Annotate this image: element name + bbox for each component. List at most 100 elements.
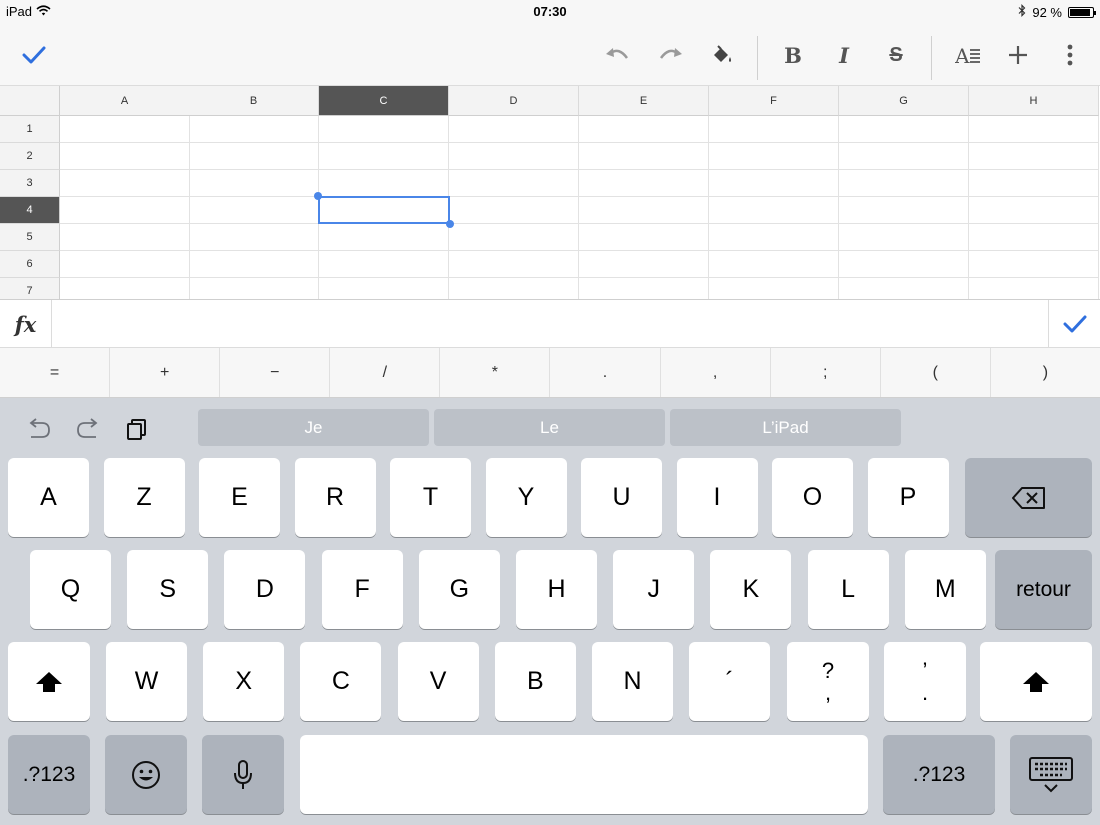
cell-c3[interactable] — [319, 170, 449, 197]
operator-button-8[interactable]: ( — [881, 348, 991, 397]
cell-b3[interactable] — [189, 170, 319, 197]
key-j[interactable]: J — [613, 550, 695, 629]
cell-a4[interactable] — [60, 197, 190, 224]
bold-button[interactable]: B — [771, 24, 815, 86]
keyboard-redo-icon[interactable] — [73, 414, 103, 444]
suggestion-1[interactable]: Je — [198, 409, 429, 446]
key-d[interactable]: D — [224, 550, 306, 629]
selection-handle-end[interactable] — [446, 220, 454, 228]
space-key[interactable] — [300, 735, 868, 814]
key-y[interactable]: Y — [485, 458, 567, 537]
column-header-g[interactable]: G — [839, 86, 969, 116]
operator-button-4[interactable]: * — [440, 348, 551, 397]
operator-button-6[interactable]: , — [661, 348, 771, 397]
cell-c7[interactable] — [319, 278, 449, 299]
cell-a7[interactable] — [60, 278, 190, 299]
cell-h6[interactable] — [969, 251, 1099, 278]
key-question-comma[interactable]: ? , — [787, 642, 869, 721]
suggestion-3[interactable]: L’iPad — [670, 409, 901, 446]
numbers-key-right[interactable]: .?123 — [883, 735, 995, 814]
key-k[interactable]: K — [710, 550, 792, 629]
cell-g5[interactable] — [839, 224, 969, 251]
emoji-key[interactable] — [105, 735, 187, 814]
cell-d1[interactable] — [449, 116, 579, 143]
cell-a6[interactable] — [60, 251, 190, 278]
more-vertical-icon[interactable] — [1048, 24, 1092, 86]
cell-c6[interactable] — [319, 251, 449, 278]
plus-icon[interactable] — [996, 24, 1040, 86]
shift-key-left[interactable] — [8, 642, 90, 721]
cell-c2[interactable] — [319, 143, 449, 170]
cell-h3[interactable] — [969, 170, 1099, 197]
row-header-6[interactable]: 6 — [0, 251, 60, 278]
row-header-5[interactable]: 5 — [0, 224, 60, 251]
cell-e5[interactable] — [579, 224, 709, 251]
cell-g7[interactable] — [839, 278, 969, 299]
key-i[interactable]: I — [676, 458, 758, 537]
key-o[interactable]: O — [772, 458, 853, 537]
column-header-e[interactable]: E — [579, 86, 709, 116]
text-format-icon[interactable]: A — [946, 24, 990, 86]
confirm-formula-checkmark-icon[interactable] — [1048, 300, 1100, 348]
cell-a1[interactable] — [60, 116, 190, 143]
cell-h7[interactable] — [969, 278, 1099, 299]
cell-a5[interactable] — [60, 224, 190, 251]
cell-g1[interactable] — [839, 116, 969, 143]
row-header-2[interactable]: 2 — [0, 143, 60, 170]
key-q[interactable]: Q — [30, 550, 111, 629]
cell-d5[interactable] — [449, 224, 579, 251]
key-g[interactable]: G — [418, 550, 500, 629]
spreadsheet-grid[interactable]: ABCDEFGH 1234567 — [0, 86, 1100, 299]
selected-cell-outline[interactable] — [318, 196, 450, 224]
row-header-1[interactable]: 1 — [0, 116, 60, 143]
cell-g6[interactable] — [839, 251, 969, 278]
cell-h5[interactable] — [969, 224, 1099, 251]
cell-b6[interactable] — [189, 251, 319, 278]
key-f[interactable]: F — [321, 550, 403, 629]
cell-c1[interactable] — [319, 116, 449, 143]
operator-button-2[interactable]: − — [220, 348, 331, 397]
row-header-3[interactable]: 3 — [0, 170, 60, 197]
return-key[interactable]: retour — [995, 550, 1092, 629]
key-r[interactable]: R — [294, 458, 376, 537]
cell-a2[interactable] — [60, 143, 190, 170]
cell-f2[interactable] — [709, 143, 839, 170]
cell-f5[interactable] — [709, 224, 839, 251]
key-c[interactable]: C — [300, 642, 382, 721]
row-header-7[interactable]: 7 — [0, 278, 60, 299]
key-h[interactable]: H — [516, 550, 597, 629]
key-z[interactable]: Z — [103, 458, 185, 537]
select-all-corner[interactable] — [0, 86, 60, 116]
key-u[interactable]: U — [581, 458, 662, 537]
cell-b4[interactable] — [189, 197, 319, 224]
checkmark-icon[interactable] — [12, 24, 56, 86]
operator-button-5[interactable]: . — [550, 348, 661, 397]
cell-d4[interactable] — [449, 197, 579, 224]
operator-button-7[interactable]: ; — [771, 348, 881, 397]
delete-key[interactable] — [965, 458, 1092, 537]
row-header-4[interactable]: 4 — [0, 197, 60, 224]
column-header-h[interactable]: H — [969, 86, 1099, 116]
cell-e7[interactable] — [579, 278, 709, 299]
cell-f1[interactable] — [709, 116, 839, 143]
cell-e6[interactable] — [579, 251, 709, 278]
cell-d2[interactable] — [449, 143, 579, 170]
keyboard-undo-icon[interactable] — [24, 414, 54, 444]
key-s[interactable]: S — [127, 550, 209, 629]
numbers-key-left[interactable]: .?123 — [8, 735, 90, 814]
cell-b7[interactable] — [189, 278, 319, 299]
key-apostrophe-period[interactable]: ’ . — [884, 642, 966, 721]
cell-f7[interactable] — [709, 278, 839, 299]
key-t[interactable]: T — [390, 458, 471, 537]
cell-g3[interactable] — [839, 170, 969, 197]
key-v[interactable]: V — [397, 642, 479, 721]
key-w[interactable]: W — [106, 642, 187, 721]
column-header-c[interactable]: C — [319, 86, 449, 116]
italic-button[interactable]: I — [822, 24, 866, 86]
cell-g4[interactable] — [839, 197, 969, 224]
key-m[interactable]: M — [904, 550, 986, 629]
paint-bucket-icon[interactable] — [700, 24, 744, 86]
cell-f4[interactable] — [709, 197, 839, 224]
column-header-d[interactable]: D — [449, 86, 579, 116]
column-header-f[interactable]: F — [709, 86, 839, 116]
